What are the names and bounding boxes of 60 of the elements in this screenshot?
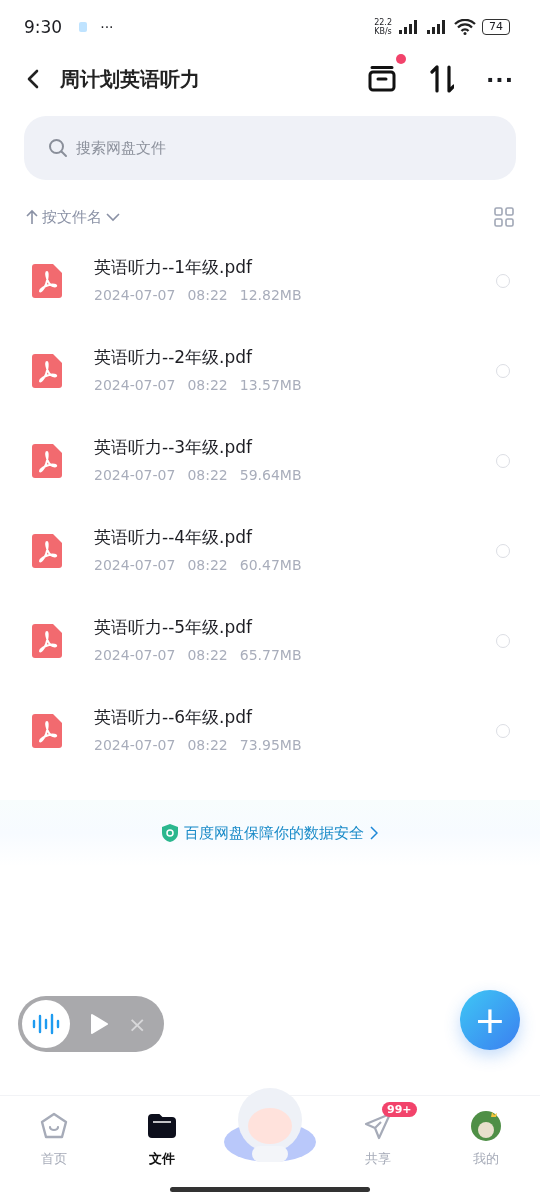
security-link[interactable]: 百度网盘保障你的数据安全 <box>162 823 378 843</box>
sort-icon[interactable] <box>427 65 454 93</box>
file-time: 08:22 <box>187 646 228 663</box>
file-size: 65.77MB <box>239 646 302 663</box>
file-name[interactable]: 英语听力--1年级.pdf <box>94 255 464 279</box>
folder-icon <box>148 1113 176 1139</box>
file-time: 08:22 <box>187 736 228 753</box>
file-date: 2024-07-07 <box>94 286 176 303</box>
chevron-right-icon <box>370 826 378 840</box>
chevron-down-icon <box>106 212 120 222</box>
file-date: 2024-07-07 <box>94 376 176 393</box>
back-icon[interactable] <box>26 69 40 89</box>
archive-box-icon[interactable] <box>367 66 396 92</box>
pdf-file-icon <box>32 444 62 478</box>
pdf-file-icon <box>32 714 62 748</box>
avatar-icon <box>470 1110 502 1142</box>
file-time: 08:22 <box>187 376 228 393</box>
grid-view-icon[interactable] <box>494 207 514 227</box>
file-size: 13.57MB <box>239 376 302 393</box>
app-notification-icon <box>78 21 89 33</box>
file-time: 08:22 <box>187 286 228 303</box>
file-size: 60.47MB <box>239 556 302 573</box>
file-time: 08:22 <box>187 556 228 573</box>
search-icon <box>48 138 68 158</box>
sound-wave-icon <box>32 1013 60 1035</box>
home-icon <box>40 1112 68 1140</box>
status-more: ··· <box>100 19 114 35</box>
file-time: 08:22 <box>187 466 228 483</box>
search-field[interactable]: 搜索网盘文件 <box>24 116 516 180</box>
file-size: 12.82MB <box>239 286 302 303</box>
file-date: 2024-07-07 <box>94 646 176 663</box>
signal-icon <box>426 19 448 35</box>
file-date: 2024-07-07 <box>94 556 176 573</box>
count-badge: 99+ <box>382 1102 417 1117</box>
pdf-file-icon <box>32 624 62 658</box>
file-name[interactable]: 英语听力--2年级.pdf <box>94 345 464 369</box>
file-name[interactable]: 英语听力--5年级.pdf <box>94 615 464 639</box>
wifi-icon <box>454 19 476 35</box>
signal-icon <box>398 19 420 35</box>
file-size: 59.64MB <box>239 466 302 483</box>
nav-tab[interactable]: 文件 <box>108 1096 216 1182</box>
file-name[interactable]: 英语听力--4年级.pdf <box>94 525 464 549</box>
battery-icon: 74 <box>482 19 510 35</box>
audio-wave-button[interactable] <box>22 1000 70 1048</box>
play-icon[interactable] <box>90 1013 108 1035</box>
file-name[interactable]: 英语听力--6年级.pdf <box>94 705 464 729</box>
file-date: 2024-07-07 <box>94 466 176 483</box>
file-size: 73.95MB <box>239 736 302 753</box>
file-name[interactable]: 英语听力--3年级.pdf <box>94 435 464 459</box>
nav-tab[interactable]: 99+ 共享 <box>324 1096 432 1182</box>
file-date: 2024-07-07 <box>94 736 176 753</box>
more-button[interactable]: ··· <box>485 66 514 92</box>
pdf-file-icon <box>32 264 62 298</box>
shield-icon <box>162 824 178 842</box>
pdf-file-icon <box>32 534 62 568</box>
up-arrow-icon <box>26 209 38 225</box>
page-title: 周计划英语听力 <box>60 65 200 93</box>
status-time: 9:30 <box>24 17 63 37</box>
pdf-file-icon <box>32 354 62 388</box>
network-speed: 22.2 KB/s <box>374 18 392 36</box>
